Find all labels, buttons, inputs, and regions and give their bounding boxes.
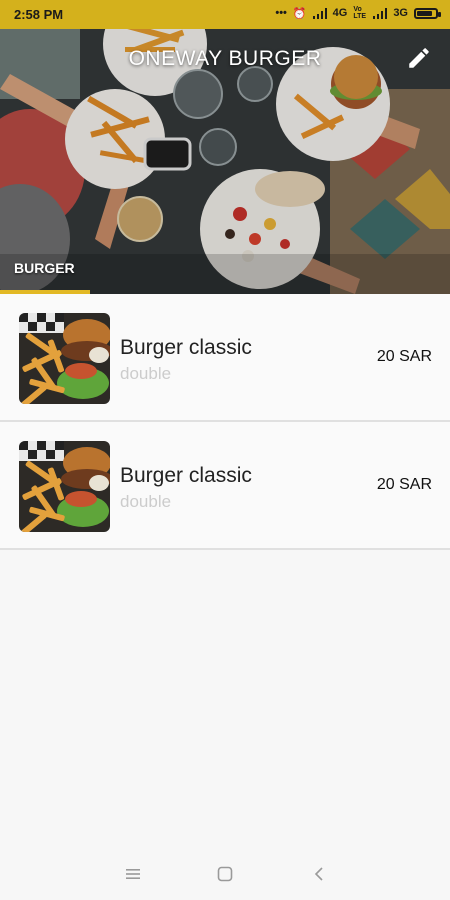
system-nav-bar	[0, 847, 450, 900]
more-dots-icon: •••	[275, 7, 287, 19]
restaurant-title: ONEWAY BURGER	[128, 47, 322, 70]
menu-icon	[126, 869, 140, 879]
menu-item[interactable]: Burger classic double 20 SAR	[0, 422, 450, 550]
header-hero: ONEWAY BURGER BURGER	[0, 29, 450, 294]
menu-item[interactable]: Burger classic double 20 SAR	[0, 294, 450, 422]
status-bar: 2:58 PM ••• ⏰ 4G Vo LTE 3G	[0, 0, 450, 29]
burger-fries-image	[19, 441, 110, 532]
signal-bars-icon	[312, 7, 327, 19]
home-button[interactable]	[214, 863, 236, 885]
menu-button[interactable]	[122, 863, 144, 885]
burger-fries-image	[19, 313, 110, 404]
status-time: 2:58 PM	[14, 7, 64, 22]
item-variant: double	[120, 364, 172, 383]
item-price: 20 SAR	[376, 476, 432, 493]
edit-button[interactable]	[406, 45, 440, 79]
item-name: Burger classic	[120, 464, 252, 487]
alarm-icon: ⏰	[292, 7, 307, 20]
pencil-icon	[409, 48, 429, 68]
network-4g-label: 4G	[332, 7, 348, 19]
volte-label: Vo LTE	[353, 6, 367, 20]
item-variant: double	[120, 492, 172, 511]
back-button[interactable]	[308, 863, 330, 885]
battery-fill	[417, 10, 432, 16]
signal-bars-icon-2	[373, 7, 388, 19]
status-icons: ••• ⏰ 4G Vo LTE 3G	[275, 6, 441, 20]
menu-list: Burger classic double 20 SAR Burger clas…	[0, 294, 450, 550]
item-price: 20 SAR	[376, 348, 432, 365]
item-name: Burger classic	[120, 336, 252, 359]
back-chevron-icon	[314, 867, 323, 881]
item-thumbnail	[19, 313, 110, 404]
home-square-icon	[217, 866, 233, 882]
item-thumbnail	[19, 441, 110, 532]
network-3g-label: 3G	[393, 7, 408, 19]
tab-burger[interactable]: BURGER	[14, 260, 75, 276]
battery-icon	[414, 7, 441, 19]
